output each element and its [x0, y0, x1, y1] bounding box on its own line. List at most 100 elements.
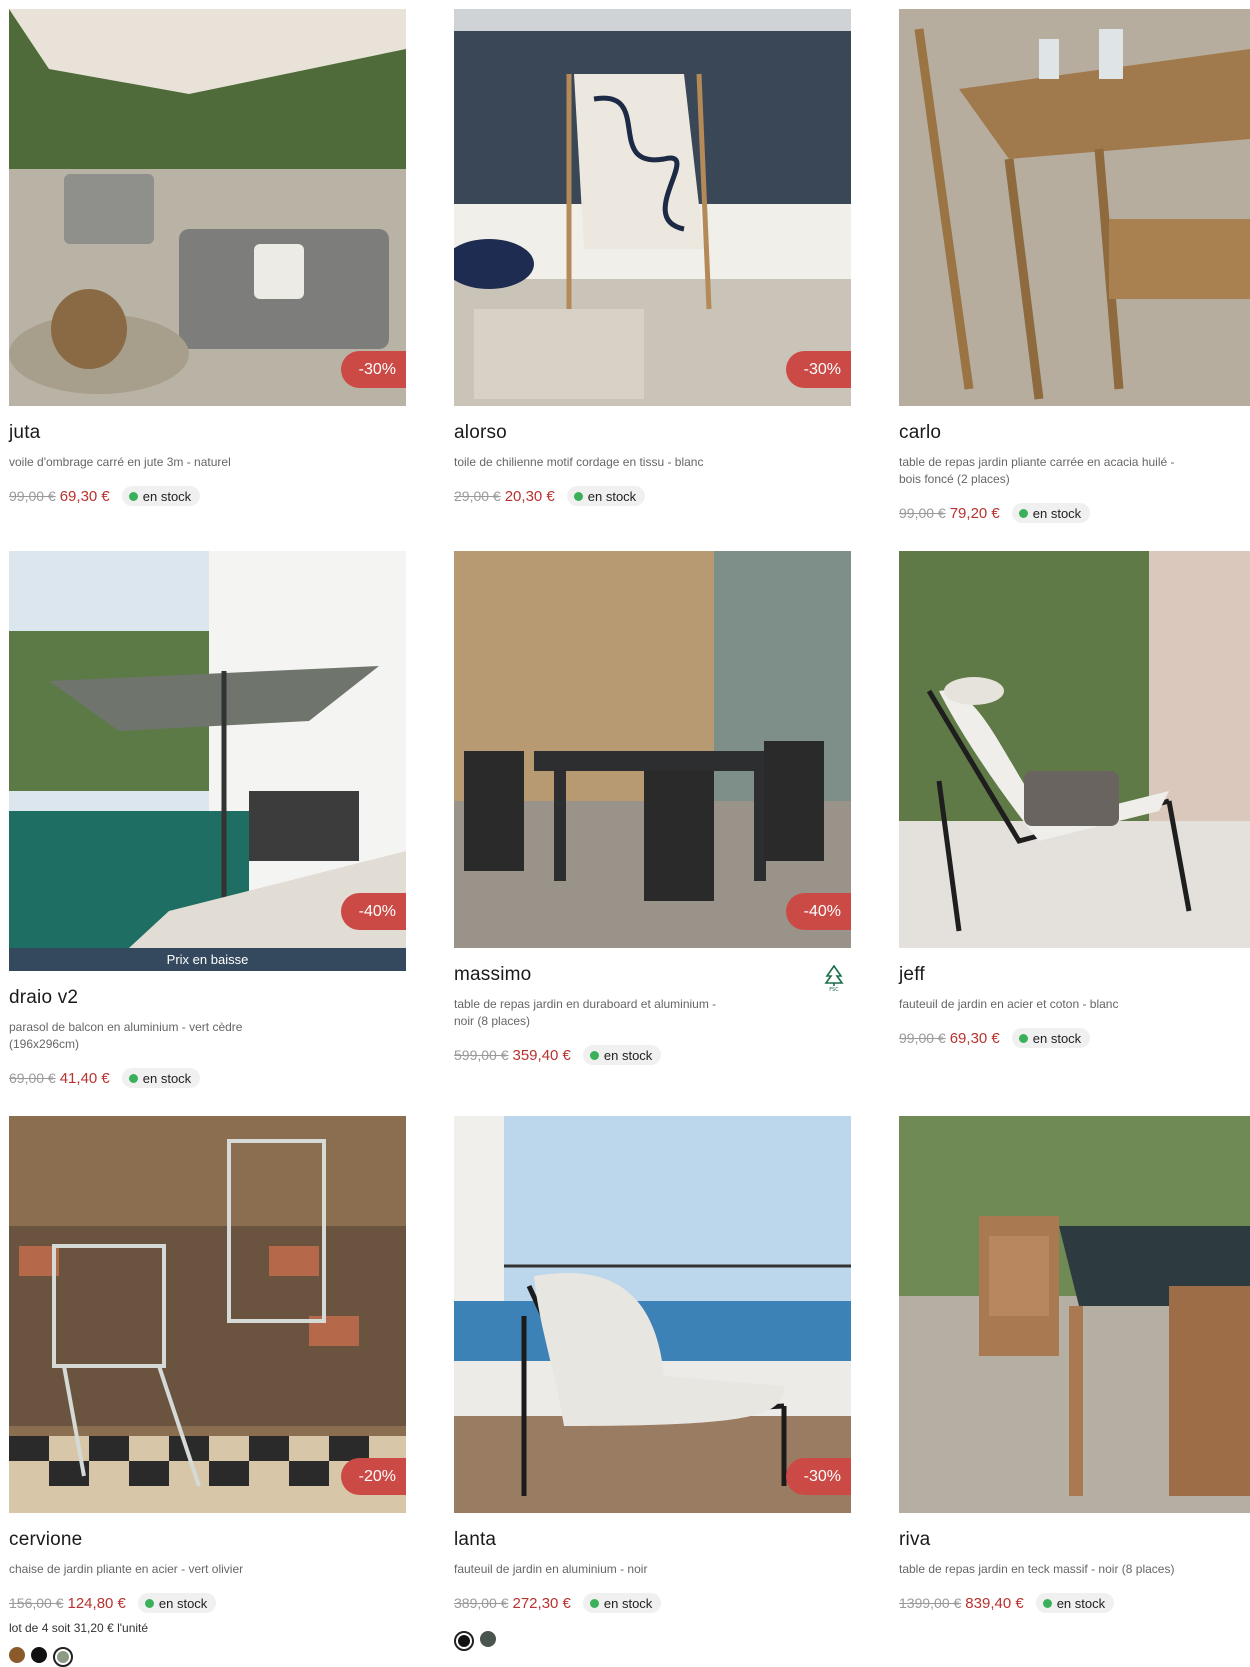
- stock-badge: en stock: [121, 486, 201, 506]
- stock-label: en stock: [158, 1595, 208, 1611]
- product-name[interactable]: jeff: [899, 964, 1250, 986]
- discount-badge: -30%: [340, 351, 406, 388]
- sale-price: 272,30 €: [512, 1594, 571, 1612]
- stock-label: en stock: [1032, 505, 1082, 521]
- discount-badge: -40%: [785, 893, 851, 930]
- discount-badge: -30%: [785, 351, 851, 388]
- sale-price: 69,30 €: [59, 487, 110, 505]
- product-image[interactable]: [899, 9, 1250, 406]
- product-card-juta[interactable]: -30% juta voile d'ombrage carré en jute …: [9, 9, 406, 506]
- sale-price: 839,40 €: [965, 1594, 1024, 1612]
- color-swatch-grey[interactable]: [480, 1631, 496, 1647]
- color-swatch-brown[interactable]: [9, 1647, 25, 1663]
- price-drop-banner: Prix en baisse: [9, 948, 406, 971]
- stock-badge: en stock: [1035, 1593, 1115, 1613]
- price-row: 99,00 € 69,30 € en stock: [9, 486, 406, 506]
- product-card-massimo[interactable]: -40% FSC massimo table de repas jardin e…: [454, 551, 851, 1065]
- stock-badge: en stock: [1011, 503, 1091, 523]
- discount-badge: -40%: [340, 893, 406, 930]
- price-row: 156,00 € 124,80 € en stock: [9, 1593, 406, 1613]
- price-row: 69,00 € 41,40 € en stock: [9, 1068, 406, 1088]
- color-swatches: [9, 1647, 406, 1667]
- price-row: 599,00 € 359,40 € en stock: [454, 1045, 851, 1065]
- product-image[interactable]: -40%: [454, 551, 851, 948]
- sale-price: 41,40 €: [59, 1069, 110, 1087]
- old-price: 1399,00 €: [899, 1595, 962, 1611]
- product-name[interactable]: carlo: [899, 422, 1250, 444]
- price-row: 99,00 € 69,30 € en stock: [899, 1028, 1250, 1048]
- stock-dot-icon: [1018, 1033, 1028, 1043]
- old-price: 29,00 €: [454, 488, 501, 504]
- stock-label: en stock: [603, 1047, 653, 1063]
- stock-dot-icon: [1018, 508, 1028, 518]
- product-description: toile de chilienne motif cordage en tiss…: [454, 455, 704, 469]
- product-name[interactable]: draio v2: [9, 987, 406, 1009]
- discount-badge: -20%: [340, 1458, 406, 1495]
- price-row: 1399,00 € 839,40 € en stock: [899, 1593, 1250, 1613]
- price-row: 99,00 € 79,20 € en stock: [899, 503, 1250, 523]
- product-card-jeff[interactable]: jeff fauteuil de jardin en acier et coto…: [899, 551, 1250, 1048]
- product-card-riva[interactable]: riva table de repas jardin en teck massi…: [899, 1116, 1250, 1613]
- product-card-lanta[interactable]: -30% lanta fauteuil de jardin en alumini…: [454, 1116, 851, 1651]
- product-name[interactable]: lanta: [454, 1529, 851, 1551]
- stock-label: en stock: [142, 1070, 192, 1086]
- stock-dot-icon: [589, 1598, 599, 1608]
- old-price: 599,00 €: [454, 1047, 509, 1063]
- product-name[interactable]: cervione: [9, 1529, 406, 1551]
- color-swatch-black[interactable]: [31, 1647, 47, 1663]
- color-swatches: [454, 1631, 851, 1651]
- stock-dot-icon: [144, 1598, 154, 1608]
- product-card-cervione[interactable]: -20% cervione chaise de jardin pliante e…: [9, 1116, 406, 1667]
- product-description: table de repas jardin en duraboard et al…: [454, 997, 717, 1028]
- stock-dot-icon: [573, 491, 583, 501]
- sale-price: 69,30 €: [949, 1029, 1000, 1047]
- stock-dot-icon: [589, 1050, 599, 1060]
- product-card-draio-v2[interactable]: -40% Prix en baisse draio v2 parasol de …: [9, 551, 406, 1088]
- product-image[interactable]: -20%: [9, 1116, 406, 1513]
- stock-dot-icon: [128, 491, 138, 501]
- old-price: 99,00 €: [899, 505, 946, 521]
- price-row: 29,00 € 20,30 € en stock: [454, 486, 851, 506]
- stock-label: en stock: [603, 1595, 653, 1611]
- stock-badge: en stock: [582, 1593, 662, 1613]
- svg-text:FSC: FSC: [829, 987, 839, 992]
- sale-price: 359,40 €: [512, 1046, 571, 1064]
- old-price: 99,00 €: [9, 488, 56, 504]
- sale-price: 79,20 €: [949, 504, 1000, 522]
- old-price: 69,00 €: [9, 1070, 56, 1086]
- product-description: table de repas jardin pliante carrée en …: [899, 455, 1175, 486]
- product-description: chaise de jardin pliante en acier - vert…: [9, 1562, 244, 1576]
- product-image[interactable]: -30%: [454, 1116, 851, 1513]
- product-image[interactable]: [899, 1116, 1250, 1513]
- product-name[interactable]: alorso: [454, 422, 851, 444]
- product-description: fauteuil de jardin en acier et coton - b…: [899, 997, 1119, 1011]
- product-image[interactable]: -40%: [9, 551, 406, 948]
- old-price: 156,00 €: [9, 1595, 64, 1611]
- product-name[interactable]: massimo: [454, 964, 851, 986]
- stock-label: en stock: [1056, 1595, 1106, 1611]
- stock-badge: en stock: [121, 1068, 201, 1088]
- color-swatch-olive-selected[interactable]: [53, 1647, 73, 1667]
- stock-badge: en stock: [566, 486, 646, 506]
- product-name[interactable]: juta: [9, 422, 406, 444]
- product-description: parasol de balcon en aluminium - vert cè…: [9, 1020, 243, 1051]
- product-name[interactable]: riva: [899, 1529, 1250, 1551]
- product-card-alorso[interactable]: -30% alorso toile de chilienne motif cor…: [454, 9, 851, 506]
- product-image[interactable]: -30%: [454, 9, 851, 406]
- discount-badge: -30%: [785, 1458, 851, 1495]
- product-image[interactable]: [899, 551, 1250, 948]
- old-price: 99,00 €: [899, 1030, 946, 1046]
- product-description: voile d'ombrage carré en jute 3m - natur…: [9, 455, 231, 469]
- stock-label: en stock: [1032, 1030, 1082, 1046]
- old-price: 389,00 €: [454, 1595, 509, 1611]
- product-image[interactable]: -30%: [9, 9, 406, 406]
- color-swatch-black-selected[interactable]: [454, 1631, 474, 1651]
- stock-badge: en stock: [137, 1593, 217, 1613]
- stock-label: en stock: [587, 488, 637, 504]
- stock-dot-icon: [1042, 1598, 1052, 1608]
- fsc-tree-icon: FSC: [824, 964, 844, 992]
- price-row: 389,00 € 272,30 € en stock: [454, 1593, 851, 1613]
- stock-badge: en stock: [1011, 1028, 1091, 1048]
- product-card-carlo[interactable]: carlo table de repas jardin pliante carr…: [899, 9, 1250, 523]
- lot-price-note: lot de 4 soit 31,20 € l'unité: [9, 1621, 149, 1635]
